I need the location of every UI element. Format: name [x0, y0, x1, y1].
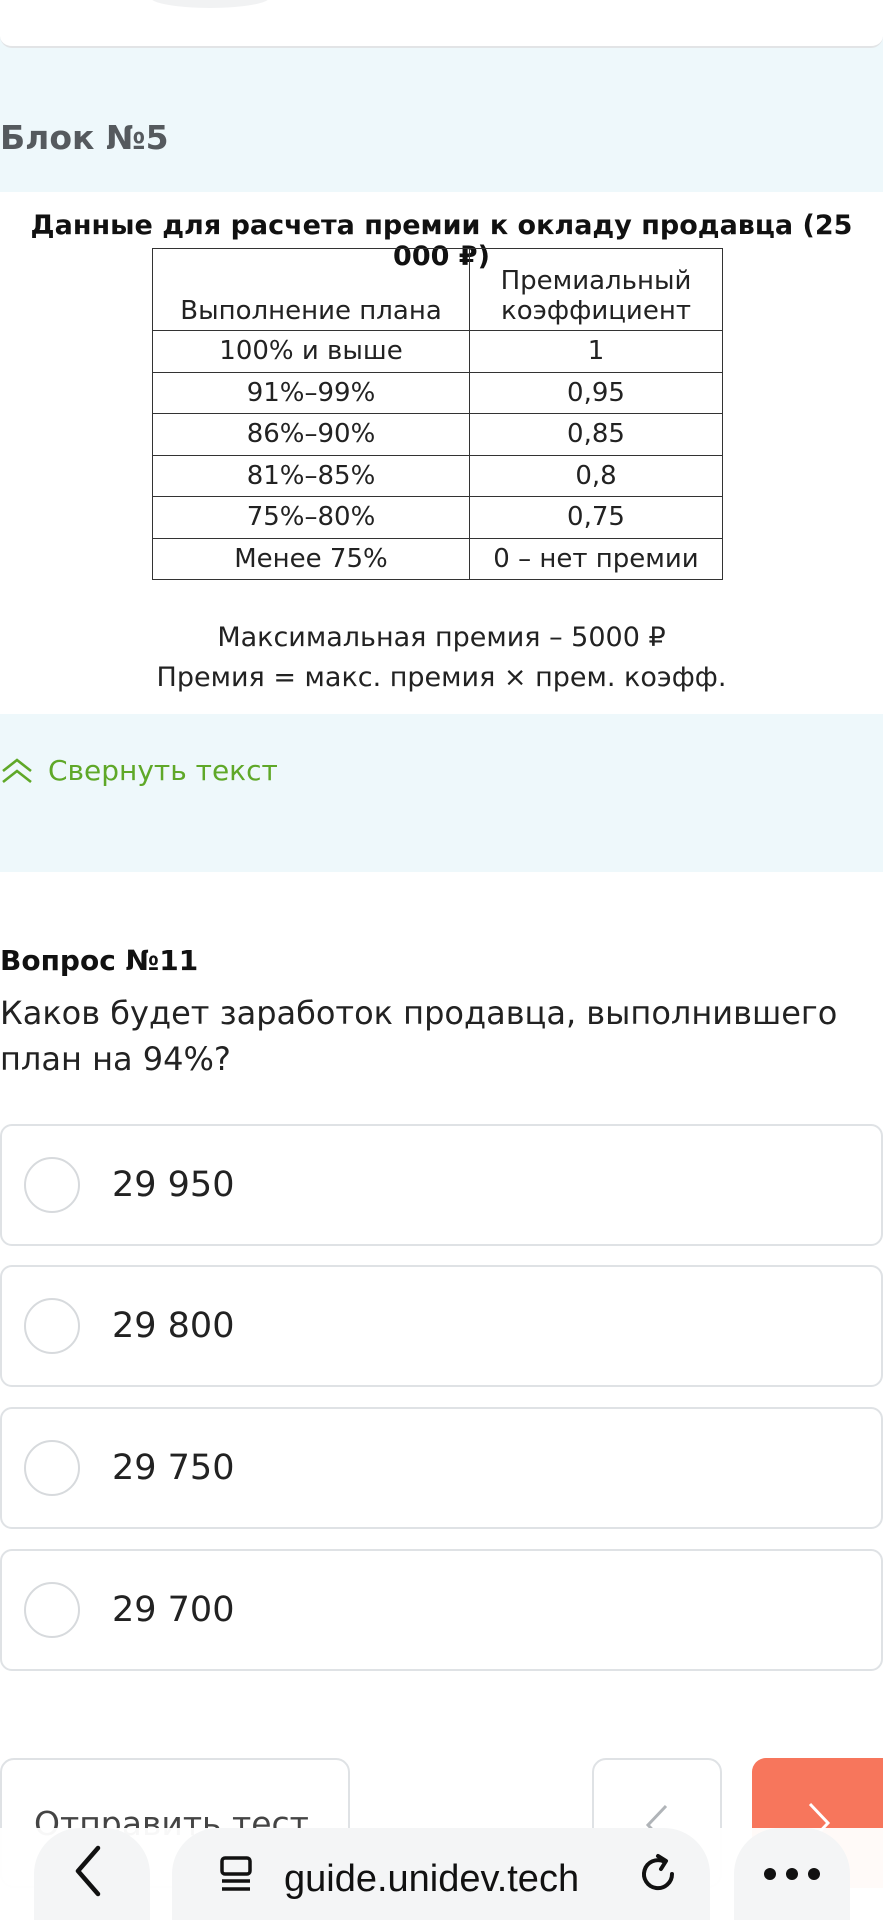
answer-option-label: 29 800	[112, 1306, 235, 1346]
browser-address-bar[interactable]: guide.unidev.tech	[172, 1828, 710, 1920]
table-cell: 100% и выше	[152, 330, 470, 373]
table-cell: 86%–90%	[152, 413, 470, 456]
table-header-row: Выполнение плана Премиальный коэффициент	[152, 248, 723, 331]
table-row: 81%–85% 0,8	[152, 454, 723, 497]
table-cell: 0,95	[469, 371, 723, 414]
chevron-left-icon	[75, 1845, 101, 1897]
browser-back-button[interactable]	[34, 1828, 150, 1920]
table-cell: Менее 75%	[152, 537, 470, 580]
browser-url: guide.unidev.tech	[284, 1858, 580, 1900]
answer-option-label: 29 950	[112, 1165, 235, 1205]
previous-card	[0, 0, 883, 48]
block-header: Блок №5	[0, 68, 883, 192]
collapse-text-link[interactable]: Свернуть текст	[0, 754, 278, 787]
block-title: Блок №5	[0, 118, 169, 157]
browser-toolbar: guide.unidev.tech	[0, 1828, 883, 1920]
table-cell: 81%–85%	[152, 454, 470, 497]
table-cell: 1	[469, 330, 723, 373]
answer-option-label: 29 750	[112, 1448, 235, 1488]
table-cell: 0,75	[469, 496, 723, 539]
answer-option[interactable]: 29 750	[0, 1407, 883, 1529]
reload-icon[interactable]	[632, 1848, 684, 1900]
column-header-coefficient: Премиальный коэффициент	[469, 248, 723, 331]
radio-button[interactable]	[24, 1298, 80, 1354]
radio-button[interactable]	[24, 1440, 80, 1496]
radio-button[interactable]	[24, 1157, 80, 1213]
bonus-data-figure: Данные для расчета премии к окладу прода…	[0, 192, 883, 714]
browser-more-button[interactable]	[734, 1828, 850, 1920]
table-cell: 91%–99%	[152, 371, 470, 414]
collapse-area: Свернуть текст	[0, 714, 883, 872]
table-row: 75%–80% 0,75	[152, 496, 723, 539]
previous-card-remnant	[150, 0, 270, 8]
answer-option-label: 29 700	[112, 1590, 235, 1630]
radio-button[interactable]	[24, 1582, 80, 1638]
reader-icon	[220, 1856, 252, 1891]
bonus-table: Выполнение плана Премиальный коэффициент…	[152, 248, 723, 580]
chevron-up-double-icon	[0, 756, 34, 786]
table-row: Менее 75% 0 – нет премии	[152, 537, 723, 580]
answer-option[interactable]: 29 800	[0, 1265, 883, 1387]
table-row: 86%–90% 0,85	[152, 413, 723, 456]
figure-note-formula: Премия = макс. премия × прем. коэфф.	[156, 662, 727, 693]
answer-option[interactable]: 29 950	[0, 1124, 883, 1246]
table-cell: 0,8	[469, 454, 723, 497]
table-cell: 0,85	[469, 413, 723, 456]
question-text: Каков будет заработок продавца, выполнив…	[0, 994, 838, 1078]
column-header-plan: Выполнение плана	[152, 248, 470, 331]
collapse-text-label: Свернуть текст	[48, 754, 278, 787]
table-cell: 0 – нет премии	[469, 537, 723, 580]
more-icon	[764, 1868, 820, 1880]
table-cell: 75%–80%	[152, 496, 470, 539]
table-row: 91%–99% 0,95	[152, 371, 723, 414]
answer-option[interactable]: 29 700	[0, 1549, 883, 1671]
table-row: 100% и выше 1	[152, 330, 723, 373]
question-title: Вопрос №11	[0, 944, 199, 977]
figure-note-max-bonus: Максимальная премия – 5000 ₽	[217, 622, 666, 653]
